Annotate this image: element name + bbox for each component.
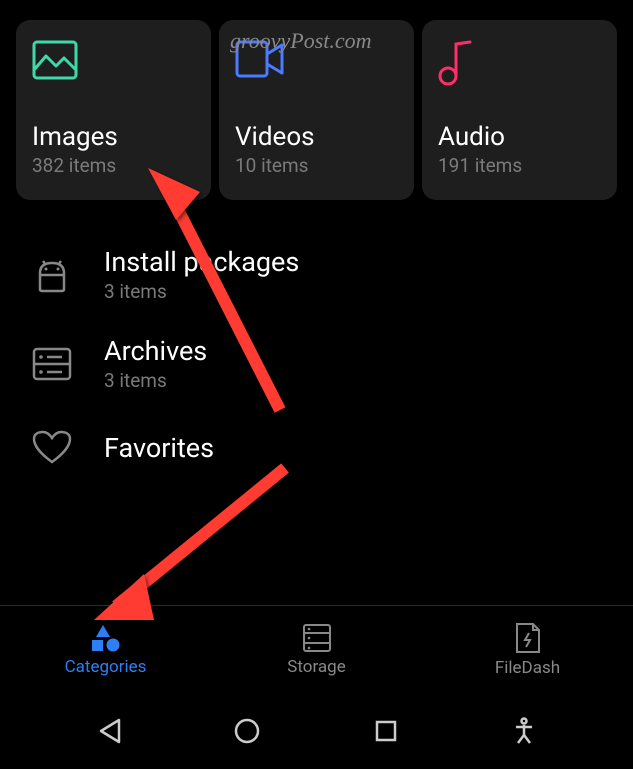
tab-label: Storage bbox=[287, 657, 345, 677]
archive-icon bbox=[28, 340, 76, 388]
category-cards: Images 382 items Videos 10 items Audio 1… bbox=[0, 0, 633, 220]
nav-home[interactable] bbox=[227, 711, 267, 751]
list-count: 3 items bbox=[104, 280, 299, 303]
card-count: 10 items bbox=[235, 154, 398, 177]
card-title: Images bbox=[32, 122, 195, 152]
list-item-favorites[interactable]: Favorites bbox=[0, 408, 633, 488]
heart-icon bbox=[28, 424, 76, 472]
tab-filedash[interactable]: FileDash bbox=[422, 606, 633, 693]
tab-categories[interactable]: Categories bbox=[0, 606, 211, 693]
nav-back[interactable] bbox=[89, 711, 129, 751]
android-nav-bar bbox=[0, 693, 633, 769]
tab-storage[interactable]: Storage bbox=[211, 606, 422, 693]
card-images[interactable]: Images 382 items bbox=[16, 20, 211, 200]
list-item-install-packages[interactable]: Install packages 3 items bbox=[0, 230, 633, 319]
bottom-tabs: Categories Storage FileDash bbox=[0, 605, 633, 693]
list-title: Favorites bbox=[104, 432, 214, 464]
nav-recent[interactable] bbox=[366, 711, 406, 751]
image-icon bbox=[32, 40, 195, 94]
categories-icon bbox=[89, 623, 123, 653]
card-count: 191 items bbox=[438, 154, 601, 177]
nav-accessibility[interactable] bbox=[504, 711, 544, 751]
card-videos[interactable]: Videos 10 items bbox=[219, 20, 414, 200]
category-list: Install packages 3 items Archives 3 item… bbox=[0, 220, 633, 498]
card-title: Videos bbox=[235, 122, 398, 152]
android-icon bbox=[28, 251, 76, 299]
card-audio[interactable]: Audio 191 items bbox=[422, 20, 617, 200]
audio-icon bbox=[438, 40, 601, 94]
list-count: 3 items bbox=[104, 369, 207, 392]
list-title: Install packages bbox=[104, 246, 299, 278]
filedash-icon bbox=[515, 622, 541, 654]
video-icon bbox=[235, 40, 398, 94]
card-count: 382 items bbox=[32, 154, 195, 177]
list-item-archives[interactable]: Archives 3 items bbox=[0, 319, 633, 408]
tab-label: Categories bbox=[65, 657, 147, 677]
tab-label: FileDash bbox=[495, 658, 560, 678]
storage-icon bbox=[302, 623, 332, 653]
list-title: Archives bbox=[104, 335, 207, 367]
card-title: Audio bbox=[438, 122, 601, 152]
